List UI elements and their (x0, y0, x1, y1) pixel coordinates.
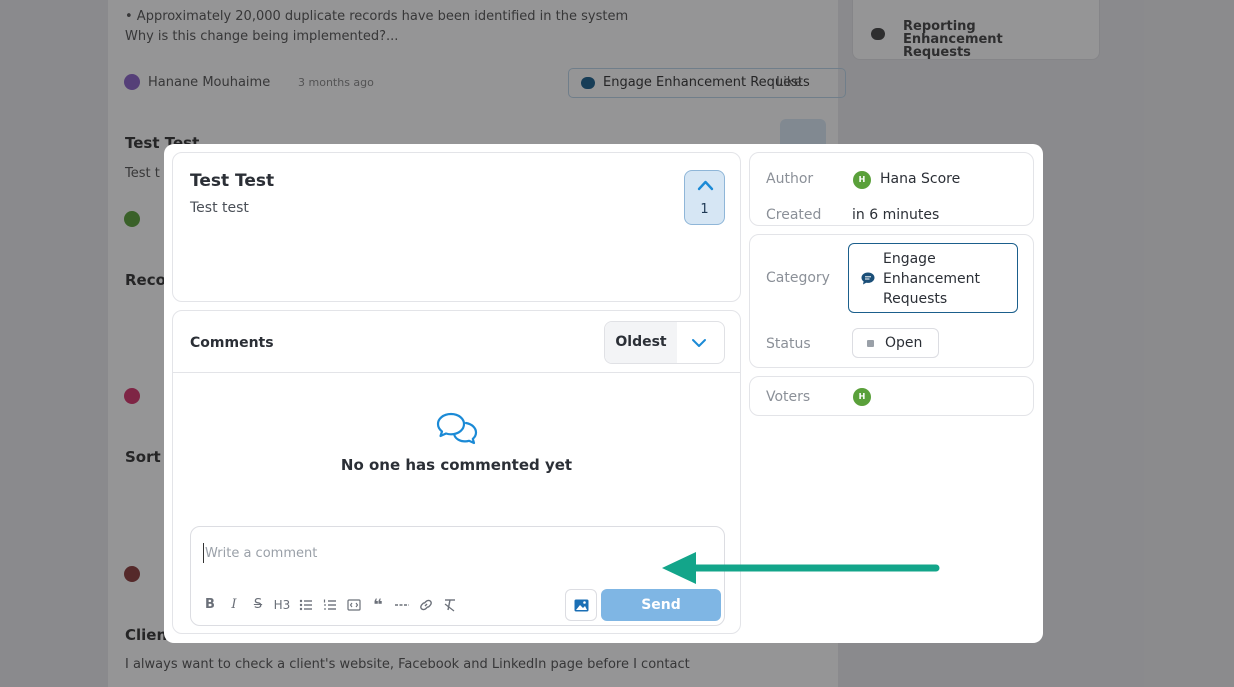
author-avatar: H (853, 171, 871, 189)
post-card: Test Test Test test 1 (172, 152, 741, 302)
voters-label: Voters (766, 389, 811, 405)
comments-sort-select[interactable]: Oldest (604, 321, 725, 364)
numbered-list-icon[interactable] (321, 596, 339, 614)
category-status-card: Category Engage Enhancement Requests Sta… (749, 234, 1034, 368)
status-value: Open (885, 335, 923, 351)
comments-card: Comments Oldest No one has commented yet… (172, 310, 741, 634)
post-body: Test test (190, 200, 249, 216)
empty-comments-message: No one has commented yet (340, 456, 573, 474)
created-label: Created (766, 207, 822, 223)
insert-image-button[interactable] (565, 589, 597, 621)
bold-icon[interactable]: B (201, 596, 219, 614)
send-button[interactable]: Send (601, 589, 721, 621)
bullet-list-icon[interactable] (297, 596, 315, 614)
category-label: Category (766, 270, 830, 286)
clear-formatting-icon[interactable] (441, 596, 459, 614)
upvote-button[interactable]: 1 (684, 170, 725, 225)
status-square-icon (867, 340, 874, 347)
chevron-down-icon (692, 339, 706, 347)
image-icon (574, 599, 589, 612)
status-label: Status (766, 336, 811, 352)
annotation-arrow-icon (662, 552, 940, 584)
sort-value: Oldest (605, 322, 677, 363)
created-value: in 6 minutes (852, 207, 940, 223)
author-name: Hana Score (880, 171, 961, 187)
status-chip[interactable]: Open (852, 328, 939, 358)
vote-count: 1 (700, 202, 709, 217)
chat-bubble-icon (861, 272, 875, 285)
category-chip[interactable]: Engage Enhancement Requests (848, 243, 1018, 313)
comments-title: Comments (190, 335, 274, 351)
italic-icon[interactable]: I (225, 596, 243, 614)
chevron-up-icon (697, 180, 714, 191)
quote-icon[interactable]: ❝ (369, 596, 387, 614)
comment-input[interactable] (203, 543, 703, 563)
author-label: Author (766, 171, 814, 187)
heading-icon[interactable]: H3 (271, 596, 293, 614)
code-block-icon[interactable] (345, 596, 363, 614)
post-title: Test Test (190, 171, 275, 191)
chat-bubbles-icon (436, 412, 478, 445)
voter-avatar: H (853, 388, 871, 406)
category-value: Engage Enhancement Requests (883, 251, 980, 307)
link-icon[interactable] (417, 596, 435, 614)
comment-editor: B I S H3 ❝ (190, 526, 725, 626)
horizontal-rule-icon[interactable] (393, 596, 411, 614)
comments-header: Comments Oldest (173, 311, 740, 373)
author-card: Author H Hana Score Created in 6 minutes (749, 152, 1034, 226)
voters-card: Voters H (749, 376, 1034, 416)
strikethrough-icon[interactable]: S (249, 596, 267, 614)
